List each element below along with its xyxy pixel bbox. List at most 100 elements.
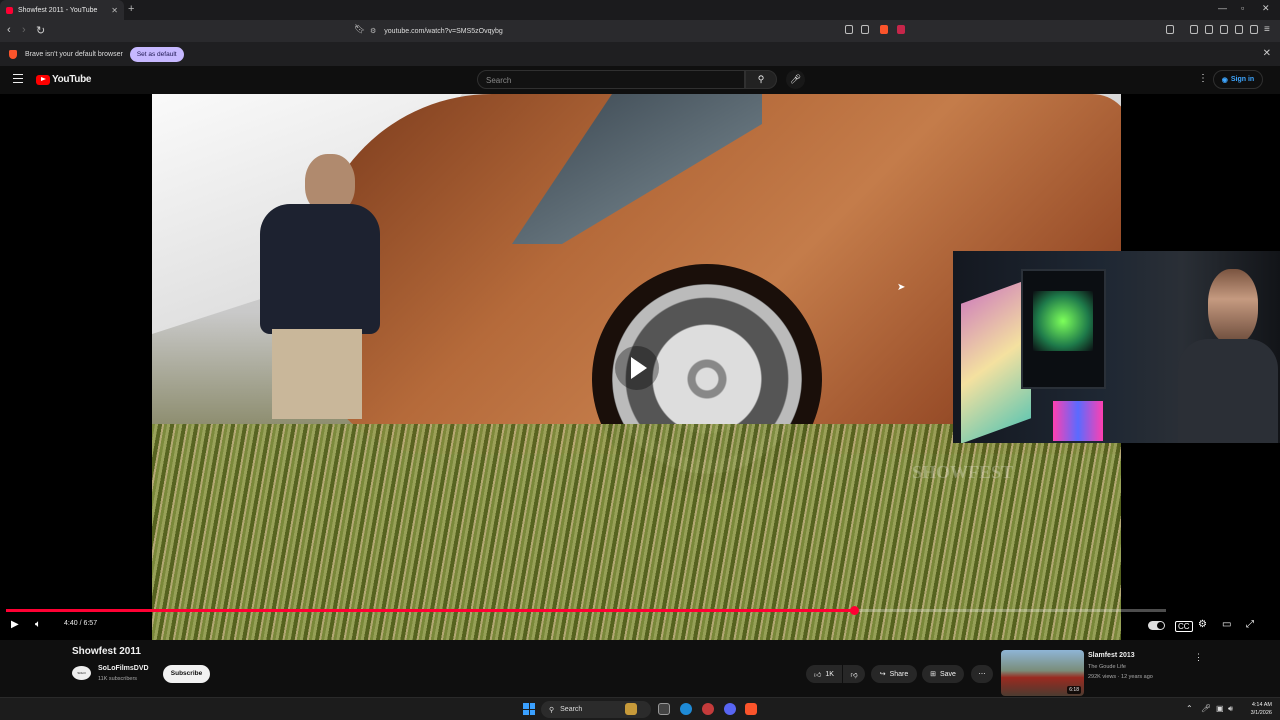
forward-icon[interactable]: › <box>22 24 26 36</box>
webcam-overlay <box>953 251 1280 443</box>
close-tab-icon[interactable]: ✕ <box>111 6 118 15</box>
search-icon: ⚲ <box>757 74 765 84</box>
taskbar-clock[interactable]: 4:14 AM 3/1/2026 <box>1238 701 1272 717</box>
tray-chevron-icon[interactable]: ⌃ <box>1186 704 1193 713</box>
recommendation-title[interactable]: Slamfest 2013 <box>1088 652 1135 659</box>
minimize-icon[interactable]: — <box>1218 3 1227 13</box>
subscribe-button[interactable]: Subscribe <box>163 665 210 683</box>
brave-taskbar-icon[interactable] <box>745 703 757 715</box>
more-horizontal-icon: ⋯ <box>978 671 986 678</box>
sidebar-toggle-icon[interactable] <box>1166 25 1174 34</box>
discord-icon[interactable] <box>724 703 736 715</box>
reader-icon[interactable] <box>845 25 853 34</box>
url-field[interactable]: ⚙ youtube.com/watch?v=SMS5zOvqybg <box>370 23 910 39</box>
brave-rewards-icon[interactable] <box>897 25 905 34</box>
recommendation-thumbnail[interactable]: 6:18 <box>1001 650 1084 696</box>
webcam-streamer <box>1168 269 1278 443</box>
youtube-logo[interactable]: YouTube <box>36 74 92 85</box>
clock-time: 4:14 AM <box>1251 702 1272 708</box>
infobar-message: Brave isn't your default browser <box>25 50 123 58</box>
reading-list-icon[interactable] <box>1205 25 1213 34</box>
network-icon[interactable]: ▣ <box>1216 704 1224 713</box>
browser-tab-bar: Showfest 2011 - YouTube ✕ + — ▫ ✕ <box>0 0 1280 20</box>
set-as-default-button[interactable]: Set as default <box>129 46 184 62</box>
autoplay-toggle[interactable] <box>1148 621 1165 630</box>
browser-menu-icon[interactable]: ≡ <box>1264 24 1270 35</box>
new-tab-icon[interactable]: + <box>128 3 134 15</box>
back-icon[interactable]: ‹ <box>7 24 11 36</box>
like-button[interactable]: 👍︎ 1K <box>806 665 842 683</box>
play-icon[interactable]: ▶ <box>11 619 19 630</box>
speaker-icon[interactable]: 🔊︎ <box>1228 704 1233 714</box>
webcam-keyboard <box>1053 401 1103 441</box>
like-count: 1K <box>825 670 834 678</box>
recommendation-meta: 292K views · 12 years ago <box>1088 674 1153 680</box>
address-toolbar: ‹ › ↻ 🔖︎ ⚙ youtube.com/watch?v=SMS5zOvqy… <box>0 20 1280 42</box>
video-scene-person <box>250 154 380 444</box>
site-info-icon[interactable]: ⚙ <box>370 27 376 35</box>
tray-mic-icon[interactable]: 🎤︎ <box>1201 704 1211 713</box>
vpn-icon[interactable] <box>1250 25 1258 34</box>
save-button[interactable]: ⊞ Save <box>922 665 964 683</box>
youtube-logo-text: YouTube <box>52 74 92 85</box>
maximize-icon[interactable]: ▫ <box>1241 3 1244 13</box>
recommendation-channel[interactable]: The Goude Life <box>1088 664 1126 670</box>
settings-gear-icon[interactable]: ⚙ <box>1198 619 1207 630</box>
captions-icon[interactable]: CC <box>1175 621 1193 632</box>
share-icon: ↪ <box>879 671 886 678</box>
bookmark-icon[interactable]: 🔖︎ <box>354 24 365 35</box>
default-browser-infobar: Brave isn't your default browser Set as … <box>0 42 1280 66</box>
center-play-button[interactable] <box>615 346 659 390</box>
video-scene-grass <box>152 424 1121 640</box>
leo-ai-icon[interactable] <box>1235 25 1243 34</box>
youtube-header: YouTube Search ⚲ 🎤︎ ⋮ ◉ Sign in <box>0 66 1280 94</box>
channel-subscribers: 11K subscribers <box>98 676 138 682</box>
window-close-icon[interactable]: ✕ <box>1262 3 1270 14</box>
tab-title: Showfest 2011 - YouTube <box>18 6 98 14</box>
account-icon: ◉ <box>1221 76 1228 84</box>
browser-tab[interactable]: Showfest 2011 - YouTube ✕ <box>0 0 124 20</box>
time-display: 4:40 / 6:57 <box>64 620 98 627</box>
wallet-icon[interactable] <box>1220 25 1228 34</box>
task-view-icon[interactable] <box>658 703 670 715</box>
brave-shields-icon[interactable] <box>880 25 888 34</box>
sign-in-label: Sign in <box>1230 76 1255 83</box>
theater-mode-icon[interactable]: ▭ <box>1222 619 1231 630</box>
save-icon: ⊞ <box>930 671 936 678</box>
dislike-button[interactable]: 👎︎ <box>843 665 865 683</box>
recommendation-duration: 6:18 <box>1067 686 1081 694</box>
share-button[interactable]: ↪ Share <box>871 665 917 683</box>
hamburger-menu-icon[interactable] <box>13 74 23 86</box>
channel-avatar[interactable]: SOLO <box>72 666 91 680</box>
taskbar-search-icon: ⚲ <box>549 706 555 714</box>
volume-icon[interactable]: 🔈︎ <box>35 619 41 630</box>
youtube-favicon-icon <box>6 6 13 14</box>
channel-name[interactable]: SoLoFilmsDVD <box>98 665 149 672</box>
more-actions-button[interactable]: ⋯ <box>971 665 993 683</box>
clock-date: 3/1/2026 <box>1250 710 1272 716</box>
fullscreen-icon[interactable]: ⤢ <box>1246 619 1254 630</box>
sign-in-button[interactable]: ◉ Sign in <box>1213 70 1263 89</box>
media-icon[interactable] <box>1190 25 1198 34</box>
save-label: Save <box>939 670 956 678</box>
search-button[interactable]: ⚲ <box>745 70 777 89</box>
widgets-icon[interactable] <box>625 703 637 715</box>
infobar-close-icon[interactable]: ✕ <box>1263 48 1271 59</box>
video-player[interactable]: SHOWFEST ➤ ▶ 🔈︎ 4:40 / 6:57 CC ⚙ ▭ ⤢ <box>0 94 1280 640</box>
scrubber-handle[interactable] <box>850 606 859 615</box>
mouse-cursor-icon: ➤ <box>897 282 906 293</box>
share-label: Share <box>889 670 909 678</box>
taskbar-search-label: Search <box>560 706 583 713</box>
share-page-icon[interactable] <box>861 25 869 34</box>
search-input[interactable]: Search <box>477 70 745 89</box>
thumbs-up-icon: 👍︎ <box>814 671 822 679</box>
voice-search-icon[interactable]: 🎤︎ <box>786 70 805 89</box>
edge-browser-icon[interactable] <box>680 703 692 715</box>
windows-start-icon[interactable] <box>523 703 535 715</box>
app-icon-red[interactable] <box>702 703 714 715</box>
recommendation-menu-icon[interactable]: ⋮ <box>1194 652 1203 663</box>
video-title: Showfest 2011 <box>72 646 141 657</box>
video-watermark: SHOWFEST <box>912 462 1014 482</box>
more-options-icon[interactable]: ⋮ <box>1198 73 1208 84</box>
reload-icon[interactable]: ↻ <box>36 24 45 37</box>
